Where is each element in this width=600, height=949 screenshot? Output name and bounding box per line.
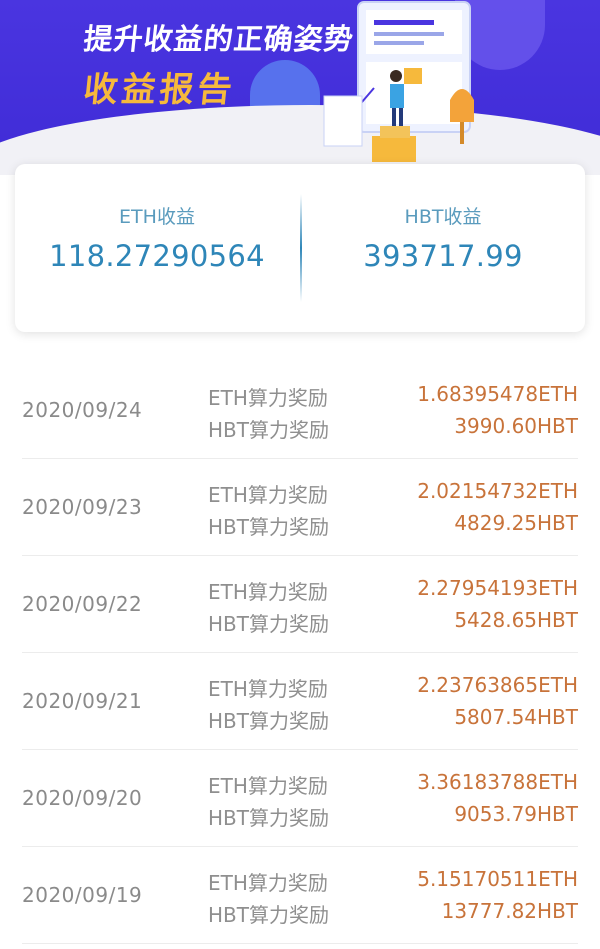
- eth-earnings-label: ETH收益: [119, 206, 195, 228]
- eth-reward-label: ETH算力奖励: [208, 677, 328, 701]
- hbt-reward-value: 3990.60HBT: [454, 414, 578, 438]
- hbt-reward-label: HBT算力奖励: [208, 612, 329, 636]
- eth-reward-label: ETH算力奖励: [208, 580, 328, 604]
- eth-reward-label: ETH算力奖励: [208, 871, 328, 895]
- hbt-reward-label: HBT算力奖励: [208, 515, 329, 539]
- hbt-reward-value: 5807.54HBT: [454, 705, 578, 729]
- summary-card: ETH收益 118.27290564 HBT收益 393717.99: [15, 164, 585, 332]
- eth-reward-value: 1.68395478ETH: [417, 382, 578, 406]
- eth-reward-value: 2.23763865ETH: [417, 673, 578, 697]
- report-illustration-icon: [323, 1, 474, 162]
- hbt-reward-label: HBT算力奖励: [208, 806, 329, 830]
- record-date: 2020/09/20: [22, 786, 143, 810]
- row-divider: [22, 943, 578, 944]
- banner-subtitle: 收益报告: [81, 70, 238, 110]
- list-item[interactable]: 2020/09/23 ETH算力奖励 2.02154732ETH HBT算力奖励…: [0, 459, 600, 556]
- eth-earnings-value: 118.27290564: [49, 239, 265, 273]
- header-banner: 提升收益的正确姿势 收益报告: [0, 0, 600, 175]
- list-item[interactable]: 2020/09/20 ETH算力奖励 3.36183788ETH HBT算力奖励…: [0, 750, 600, 847]
- hbt-reward-label: HBT算力奖励: [208, 903, 329, 927]
- hbt-reward-value: 13777.82HBT: [441, 899, 578, 923]
- record-date: 2020/09/21: [22, 689, 143, 713]
- eth-reward-value: 3.36183788ETH: [417, 770, 578, 794]
- hbt-reward-value: 5428.65HBT: [454, 608, 578, 632]
- eth-reward-value: 2.27954193ETH: [417, 576, 578, 600]
- record-date: 2020/09/19: [22, 883, 143, 907]
- hbt-summary: HBT收益 393717.99: [301, 202, 585, 273]
- eth-reward-label: ETH算力奖励: [208, 386, 328, 410]
- list-item[interactable]: 2020/09/19 ETH算力奖励 5.15170511ETH HBT算力奖励…: [0, 847, 600, 944]
- eth-reward-value: 2.02154732ETH: [417, 479, 578, 503]
- record-date: 2020/09/23: [22, 495, 143, 519]
- list-item[interactable]: 2020/09/22 ETH算力奖励 2.27954193ETH HBT算力奖励…: [0, 556, 600, 653]
- hbt-earnings-value: 393717.99: [363, 239, 523, 273]
- hbt-reward-label: HBT算力奖励: [208, 418, 329, 442]
- record-date: 2020/09/24: [22, 398, 143, 422]
- eth-summary: ETH收益 118.27290564: [15, 202, 299, 273]
- record-date: 2020/09/22: [22, 592, 143, 616]
- hbt-reward-value: 4829.25HBT: [454, 511, 578, 535]
- list-item[interactable]: 2020/09/21 ETH算力奖励 2.23763865ETH HBT算力奖励…: [0, 653, 600, 750]
- list-item[interactable]: 2020/09/24 ETH算力奖励 1.68395478ETH HBT算力奖励…: [0, 362, 600, 459]
- reward-records-list: 2020/09/24 ETH算力奖励 1.68395478ETH HBT算力奖励…: [0, 362, 600, 944]
- eth-reward-label: ETH算力奖励: [208, 483, 328, 507]
- hbt-reward-value: 9053.79HBT: [454, 802, 578, 826]
- eth-reward-value: 5.15170511ETH: [417, 867, 578, 891]
- hbt-earnings-label: HBT收益: [404, 206, 482, 228]
- hbt-reward-label: HBT算力奖励: [208, 709, 329, 733]
- eth-reward-label: ETH算力奖励: [208, 774, 328, 798]
